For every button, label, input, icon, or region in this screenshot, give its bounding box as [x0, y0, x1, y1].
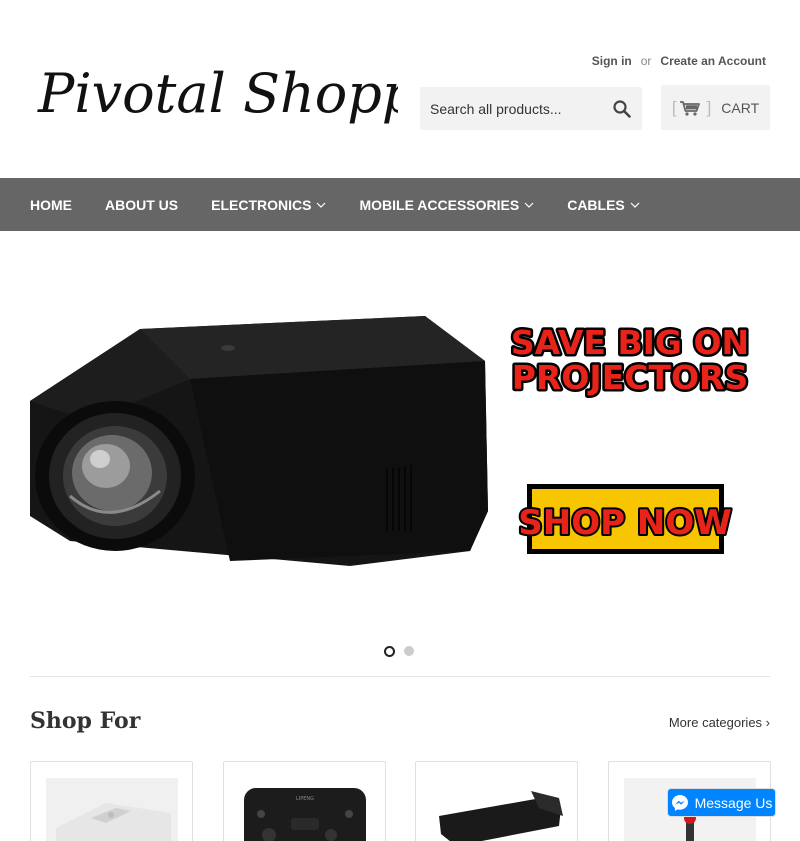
category-image: LIPENG	[239, 778, 371, 841]
logo-text: Pivotal Shopping	[37, 62, 398, 125]
nav-item-home[interactable]: HOME	[30, 197, 72, 213]
nav-item-cables[interactable]: CABLES	[567, 197, 640, 213]
shop-for-heading: Shop For	[30, 708, 141, 734]
nav-item-electronics[interactable]: ELECTRONICS	[211, 197, 326, 213]
nav-item-mobile-accessories[interactable]: MOBILE ACCESSORIES	[359, 197, 534, 213]
category-card[interactable]	[415, 761, 578, 841]
create-account-link[interactable]: Create an Account	[660, 54, 766, 68]
message-us-button[interactable]: Message Us	[667, 788, 776, 817]
category-card[interactable]: LIPENG	[223, 761, 386, 841]
chevron-down-icon	[524, 202, 534, 208]
or-text: or	[640, 54, 652, 68]
shop-now-badge: SHOP NOW SHOP NOW	[516, 484, 734, 554]
section-divider	[30, 676, 770, 677]
slide-dot-1[interactable]	[384, 645, 395, 657]
search-icon	[613, 100, 631, 118]
nav-item-label: ABOUT US	[105, 196, 179, 213]
chevron-down-icon	[630, 202, 640, 208]
cart-bracket-left: [	[671, 97, 677, 117]
category-image	[431, 786, 563, 841]
chevron-down-icon	[317, 202, 326, 208]
nav-item-label: MOBILE ACCESSORIES	[359, 196, 520, 213]
slide-dot-2[interactable]	[404, 646, 414, 656]
hero-slideshow[interactable]: SAVE BIG ON SAVE BIG ON PROJECTORS PROJE…	[30, 261, 770, 631]
more-categories-link[interactable]: More categories ›	[669, 715, 770, 730]
search-button[interactable]	[612, 99, 632, 119]
cart-icon	[679, 100, 700, 116]
messenger-icon	[671, 794, 688, 811]
hero-headline-line2: PROJECTORS	[512, 358, 748, 397]
nav-item-about-us[interactable]: ABOUT US	[105, 197, 178, 213]
nav-item-label: CABLES	[567, 196, 625, 213]
hero-headline-line1: SAVE BIG ON	[511, 323, 749, 362]
cart-bracket-right: ]	[706, 97, 712, 117]
search-form	[420, 87, 642, 130]
main-nav: HOME ABOUT US ELECTRONICS MOBILE ACCESSO…	[0, 178, 800, 231]
hero-banner-image: SAVE BIG ON SAVE BIG ON PROJECTORS PROJE…	[30, 316, 752, 566]
shop-now-text: SHOP NOW	[518, 503, 731, 543]
message-us-label: Message Us	[694, 794, 773, 811]
category-card[interactable]	[30, 761, 193, 841]
nav-item-label: ELECTRONICS	[211, 196, 312, 213]
cart-label: CART	[721, 99, 760, 116]
projector-image	[30, 316, 488, 566]
category-image	[46, 778, 178, 841]
sign-in-link[interactable]: Sign in	[592, 54, 632, 68]
search-input[interactable]	[420, 87, 605, 130]
account-links: Sign in or Create an Account	[592, 54, 766, 68]
hero-headline: SAVE BIG ON SAVE BIG ON PROJECTORS PROJE…	[508, 321, 751, 400]
cart-button[interactable]: [ ] CART	[661, 85, 770, 130]
svg-text:LIPENG: LIPENG	[296, 796, 314, 802]
site-logo[interactable]: Pivotal Shopping	[36, 50, 398, 132]
site-header: Pivotal Shopping Sign in or Create an Acco…	[0, 0, 800, 178]
nav-item-label: HOME	[30, 196, 72, 213]
slideshow-pagination	[384, 645, 414, 657]
